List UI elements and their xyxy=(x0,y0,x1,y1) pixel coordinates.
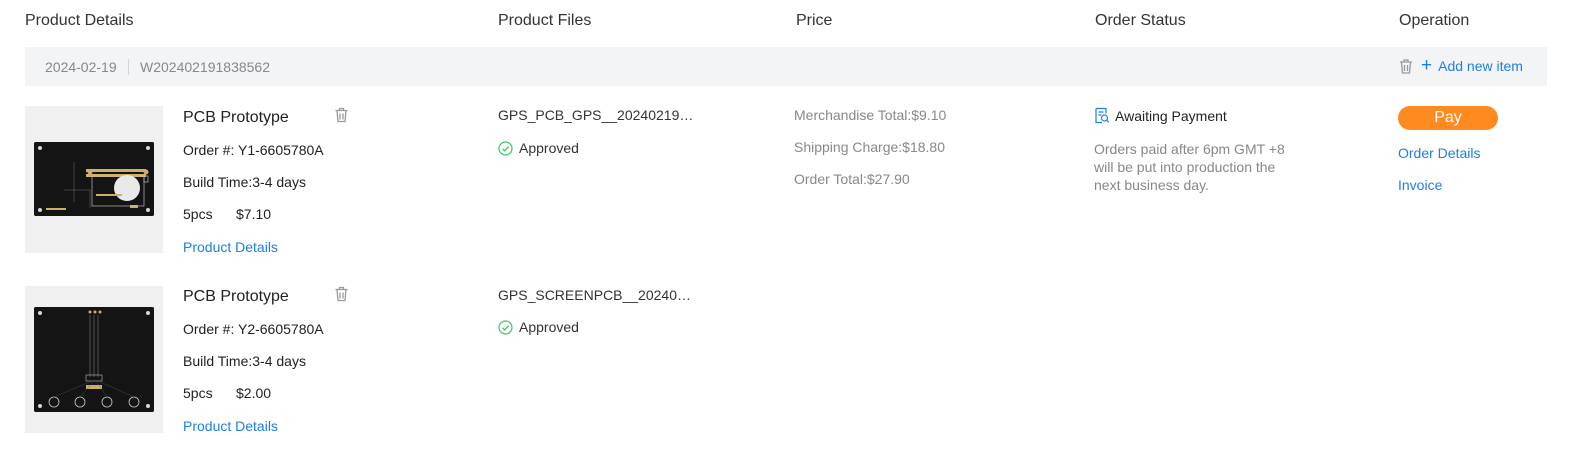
pcb-image xyxy=(34,307,154,412)
quantity: 5pcs xyxy=(183,385,213,401)
check-circle-icon xyxy=(498,140,513,156)
trash-icon[interactable] xyxy=(334,107,349,123)
order-status: Awaiting Payment xyxy=(1094,107,1227,124)
file-status-label: Approved xyxy=(519,140,579,156)
order-total: Order Total:$27.90 xyxy=(794,171,910,187)
product-title: PCB Prototype xyxy=(183,109,289,126)
file-status: Approved xyxy=(498,319,579,335)
item-price: $2.00 xyxy=(236,385,272,401)
status-note: Orders paid after 6pm GMT +8 will be put… xyxy=(1094,141,1285,193)
product-thumbnail[interactable] xyxy=(25,286,163,433)
invoice-link[interactable]: Invoice xyxy=(1398,177,1442,193)
product-title: PCB Prototype xyxy=(183,288,289,305)
build-time: Build Time:3-4 days xyxy=(183,174,306,190)
header-operation: Operation xyxy=(1399,12,1470,29)
shipping-charge: Shipping Charge:$18.80 xyxy=(794,139,946,155)
product-details-link[interactable]: Product Details xyxy=(183,418,278,434)
build-time: Build Time:3-4 days xyxy=(183,353,306,369)
trash-icon[interactable] xyxy=(1398,58,1414,75)
header-order-status: Order Status xyxy=(1095,12,1186,29)
add-new-item-label: Add new item xyxy=(1438,58,1523,74)
header-price: Price xyxy=(796,12,833,29)
plus-icon: + xyxy=(1421,55,1433,76)
pay-button[interactable]: Pay xyxy=(1398,106,1498,130)
order-number: W202402191838562 xyxy=(140,59,271,75)
order-number-label: Order #: Y2-6605780A xyxy=(183,321,324,337)
check-circle-icon xyxy=(498,319,513,335)
divider xyxy=(128,59,129,75)
header-product-details: Product Details xyxy=(25,12,134,29)
quantity: 5pcs xyxy=(183,206,213,222)
item-price: $7.10 xyxy=(236,206,272,222)
order-status-label: Awaiting Payment xyxy=(1115,107,1227,124)
merchandise-total: Merchandise Total:$9.10 xyxy=(794,107,947,123)
file-status-label: Approved xyxy=(519,319,579,335)
pcb-image xyxy=(34,142,154,216)
add-new-item-button[interactable]: + Add new item xyxy=(1421,55,1523,76)
order-date: 2024-02-19 xyxy=(45,59,117,75)
order-details-link[interactable]: Order Details xyxy=(1398,145,1480,161)
header-product-files: Product Files xyxy=(498,12,592,29)
order-bar: 2024-02-19 W202402191838562 + Add new it… xyxy=(25,47,1547,86)
product-details-link[interactable]: Product Details xyxy=(183,239,278,255)
file-name[interactable]: GPS_SCREENPCB__20240… xyxy=(498,287,698,303)
product-thumbnail[interactable] xyxy=(25,106,163,253)
file-status: Approved xyxy=(498,140,579,156)
file-name[interactable]: GPS_PCB_GPS__20240219… xyxy=(498,107,698,123)
trash-icon[interactable] xyxy=(334,286,349,302)
payment-search-icon xyxy=(1095,107,1110,124)
order-number-label: Order #: Y1-6605780A xyxy=(183,142,324,158)
